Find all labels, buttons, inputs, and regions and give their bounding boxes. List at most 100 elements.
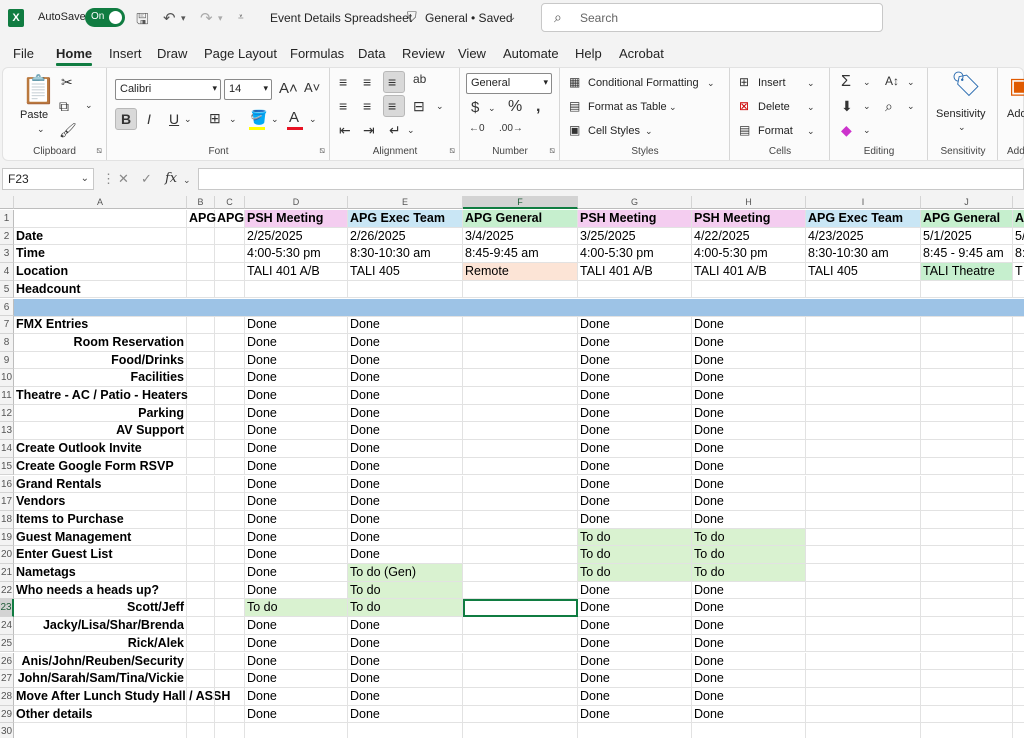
- cell-k26[interactable]: [1013, 653, 1024, 671]
- cell-k2[interactable]: 5/: [1013, 228, 1024, 246]
- cell-j19[interactable]: [921, 528, 1013, 547]
- cell-f27[interactable]: [463, 670, 578, 688]
- align-left-icon[interactable]: ≡: [339, 99, 347, 113]
- cell-a16[interactable]: Grand Rentals: [14, 475, 187, 494]
- cell-j11[interactable]: [921, 387, 1013, 405]
- cell-i22[interactable]: [806, 581, 921, 600]
- cell-d1[interactable]: PSH Meeting: [245, 210, 348, 228]
- conditional-formatting-button[interactable]: Conditional Formatting: [588, 77, 699, 89]
- cell-i2[interactable]: 4/23/2025: [806, 227, 921, 246]
- cell-k16[interactable]: [1013, 476, 1024, 494]
- cell-i8[interactable]: [806, 333, 921, 352]
- increase-font-icon[interactable]: A˄: [279, 81, 298, 96]
- cell-k7[interactable]: [1013, 316, 1024, 334]
- cell-d9[interactable]: Done: [245, 351, 348, 370]
- cell-k9[interactable]: [1013, 352, 1024, 370]
- cell-k1[interactable]: A: [1013, 210, 1024, 228]
- cell-k22[interactable]: [1013, 582, 1024, 600]
- cell-h11[interactable]: Done: [692, 387, 806, 405]
- cell-g9[interactable]: Done: [578, 351, 692, 370]
- chevron-down-icon[interactable]: ⌄: [807, 79, 815, 88]
- cell-g26[interactable]: Done: [578, 652, 692, 671]
- cell-e3[interactable]: 8:30-10:30 am: [348, 245, 463, 264]
- addins-icon[interactable]: ▣: [1009, 75, 1024, 97]
- clear-dropdown-icon[interactable]: ⌄: [863, 126, 871, 135]
- cell-d27[interactable]: Done: [245, 670, 348, 688]
- tab-formulas[interactable]: Formulas: [290, 46, 344, 61]
- cell-e14[interactable]: Done: [348, 440, 463, 458]
- cell-j30[interactable]: [921, 723, 1013, 738]
- cell-a22[interactable]: Who needs a heads up?: [14, 581, 187, 600]
- cell-b26[interactable]: [187, 652, 215, 671]
- row-header-23[interactable]: 23: [0, 599, 14, 618]
- cell-d26[interactable]: Done: [245, 652, 348, 671]
- cell-i23[interactable]: [806, 599, 921, 618]
- tab-home[interactable]: Home: [56, 46, 93, 66]
- cell-g11[interactable]: Done: [578, 387, 692, 405]
- addins-button[interactable]: Add: [1007, 108, 1024, 120]
- cell-f22[interactable]: [463, 581, 578, 600]
- cell-j3[interactable]: 8:45 - 9:45 am: [921, 245, 1013, 264]
- tab-automate[interactable]: Automate: [503, 46, 559, 61]
- cell-g2[interactable]: 3/25/2025: [578, 227, 692, 246]
- cell-d12[interactable]: Done: [245, 404, 348, 423]
- align-right-button[interactable]: ≡: [383, 95, 405, 117]
- cell-d14[interactable]: Done: [245, 440, 348, 458]
- cell-b28[interactable]: [187, 687, 215, 706]
- tab-file[interactable]: File: [13, 46, 34, 61]
- cell-k11[interactable]: [1013, 387, 1024, 405]
- row-header-21[interactable]: 21: [0, 564, 14, 582]
- cell-j12[interactable]: [921, 404, 1013, 423]
- cell-i25[interactable]: [806, 634, 921, 653]
- cell-i29[interactable]: [806, 705, 921, 724]
- italic-icon[interactable]: I: [147, 112, 151, 126]
- cell-b9[interactable]: [187, 351, 215, 370]
- cell-j4[interactable]: TALI Theatre: [921, 263, 1013, 281]
- cell-d13[interactable]: Done: [245, 422, 348, 441]
- cell-e24[interactable]: Done: [348, 617, 463, 635]
- cell-k5[interactable]: [1013, 281, 1024, 299]
- cell-i9[interactable]: [806, 351, 921, 370]
- cell-g1[interactable]: PSH Meeting: [578, 210, 692, 228]
- cell-e9[interactable]: Done: [348, 351, 463, 370]
- cell-a29[interactable]: Other details: [14, 705, 187, 724]
- cell-c27[interactable]: [215, 670, 245, 688]
- cell-a14[interactable]: Create Outlook Invite: [14, 440, 187, 458]
- column-header-c[interactable]: C: [215, 196, 245, 209]
- font-size-select[interactable]: 14 ▾: [224, 79, 272, 100]
- cell-e15[interactable]: Done: [348, 457, 463, 476]
- cell-d19[interactable]: Done: [245, 528, 348, 547]
- cell-k3[interactable]: 8:: [1013, 245, 1024, 264]
- cell-f3[interactable]: 8:45-9:45 am: [463, 245, 578, 264]
- delete-cells-button[interactable]: Delete: [758, 101, 790, 113]
- customize-toolbar-icon[interactable]: ⩡: [238, 12, 244, 23]
- column-header-overflow[interactable]: [1013, 196, 1024, 209]
- cell-d5[interactable]: [245, 280, 348, 299]
- cell-c21[interactable]: [215, 564, 245, 582]
- currency-dropdown-icon[interactable]: ⌄: [488, 104, 496, 113]
- cell-b18[interactable]: [187, 510, 215, 529]
- row-header-15[interactable]: 15: [0, 457, 14, 476]
- cell-j10[interactable]: [921, 369, 1013, 387]
- cell-c22[interactable]: [215, 581, 245, 600]
- select-all-corner[interactable]: [0, 196, 14, 209]
- cell-j28[interactable]: [921, 687, 1013, 706]
- cell-h4[interactable]: TALI 401 A/B: [692, 263, 806, 281]
- format-cells-button[interactable]: Format: [758, 125, 793, 137]
- cell-g8[interactable]: Done: [578, 333, 692, 352]
- document-title[interactable]: Event Details Spreadsheet: [270, 11, 412, 25]
- cell-f30[interactable]: [463, 723, 578, 738]
- cell-h29[interactable]: Done: [692, 705, 806, 724]
- cell-h25[interactable]: Done: [692, 634, 806, 653]
- cell-a11[interactable]: Theatre - AC / Patio - Heaters: [14, 387, 188, 405]
- cell-i14[interactable]: [806, 440, 921, 458]
- cell-b10[interactable]: [187, 369, 215, 387]
- row-header-28[interactable]: 28: [0, 687, 14, 706]
- cell-e11[interactable]: Done: [348, 387, 463, 405]
- borders-dropdown-icon[interactable]: ⌄: [229, 115, 237, 124]
- cell-f15[interactable]: [463, 457, 578, 476]
- cell-g24[interactable]: Done: [578, 617, 692, 635]
- cell-c7[interactable]: [215, 316, 245, 334]
- cell-d16[interactable]: Done: [245, 475, 348, 494]
- find-dropdown-icon[interactable]: ⌄: [907, 102, 915, 111]
